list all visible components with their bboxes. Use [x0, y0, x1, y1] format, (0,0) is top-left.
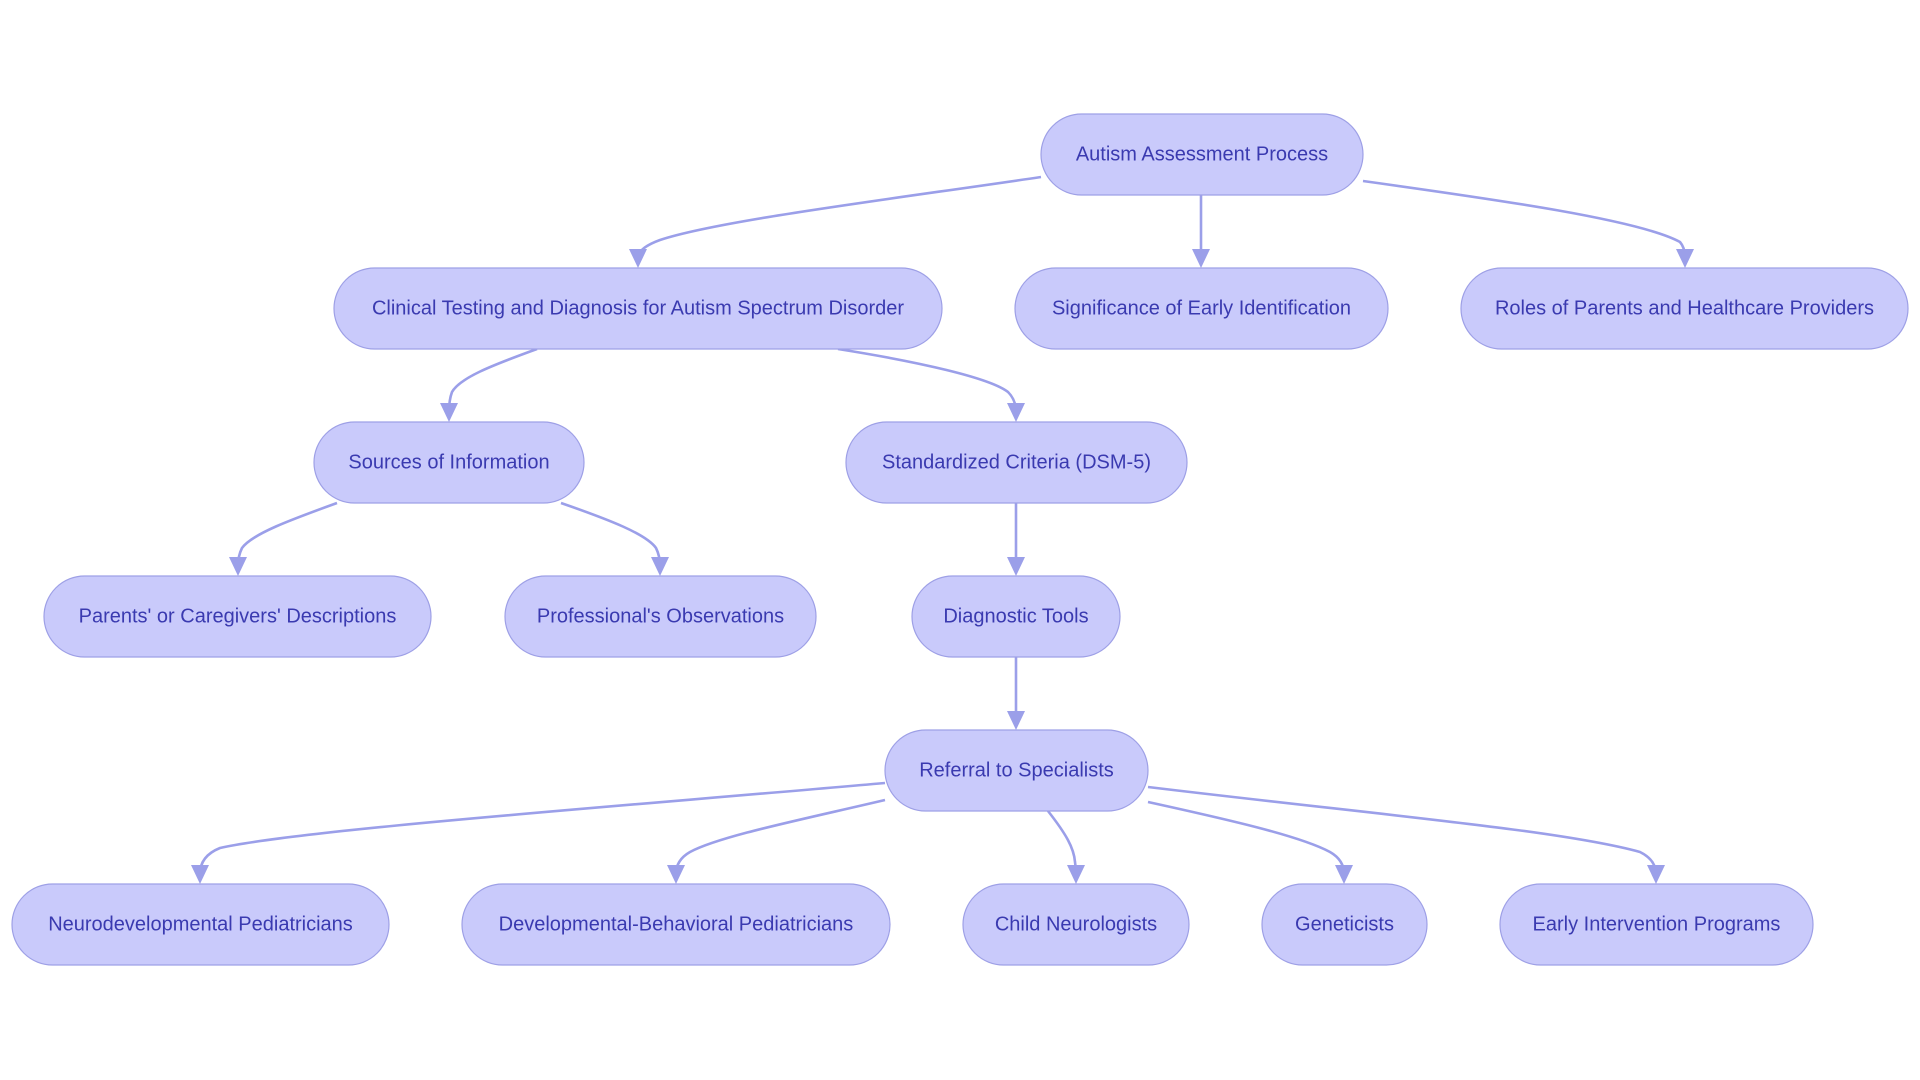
node-early-int[interactable]: Early Intervention Programs — [1499, 883, 1814, 966]
node-label: Diagnostic Tools — [943, 606, 1088, 628]
arrowhead-icon — [229, 557, 247, 576]
node-label: Referral to Specialists — [919, 760, 1114, 782]
edge-line — [198, 781, 886, 875]
edge-referral-to-neuro_ped — [191, 781, 886, 884]
arrowhead-icon — [651, 557, 669, 576]
edge-sources-to-professional — [560, 501, 669, 576]
arrowhead-icon — [667, 865, 685, 884]
edge-tools-to-referral — [1007, 657, 1025, 730]
node-label: Early Intervention Programs — [1533, 914, 1781, 936]
arrowhead-icon — [1647, 865, 1665, 884]
edge-line — [1147, 800, 1346, 875]
edge-line — [837, 347, 1018, 413]
edge-sources-to-parents — [229, 501, 338, 576]
node-clinical[interactable]: Clinical Testing and Diagnosis for Autis… — [333, 267, 943, 350]
arrowhead-icon — [191, 865, 209, 884]
edge-line — [236, 501, 338, 567]
node-label: Roles of Parents and Healthcare Provider… — [1495, 298, 1874, 320]
arrowhead-icon — [440, 403, 458, 422]
node-tools[interactable]: Diagnostic Tools — [911, 575, 1121, 658]
node-label: Neurodevelopmental Pediatricians — [48, 914, 353, 936]
edge-referral-to-geneticists — [1147, 800, 1353, 884]
edge-referral-to-devbeh_ped — [667, 798, 886, 884]
node-label: Autism Assessment Process — [1076, 144, 1328, 166]
edge-line — [1046, 810, 1078, 875]
flowchart-diagram: Autism Assessment Process Clinical Testin… — [11, 113, 1909, 966]
edge-line — [674, 798, 886, 875]
arrowhead-icon — [1335, 865, 1353, 884]
node-professional[interactable]: Professional's Observations — [504, 575, 817, 658]
node-label: Sources of Information — [348, 452, 549, 474]
node-child-neuro[interactable]: Child Neurologists — [962, 883, 1190, 966]
edge-referral-to-child_neuro — [1046, 810, 1085, 884]
node-sources[interactable]: Sources of Information — [313, 421, 585, 504]
node-label: Child Neurologists — [995, 914, 1157, 936]
edge-root-to-roles — [1362, 179, 1694, 268]
node-referral[interactable]: Referral to Specialists — [884, 729, 1149, 812]
edge-line — [560, 501, 662, 567]
edge-line — [1362, 179, 1687, 259]
node-label: Significance of Early Identification — [1052, 298, 1351, 320]
edge-referral-to-early_int — [1147, 785, 1665, 884]
arrowhead-icon — [1007, 711, 1025, 730]
arrowhead-icon — [1007, 403, 1025, 422]
edge-root-to-significance — [1192, 195, 1210, 268]
edge-clinical-to-sources — [440, 347, 538, 422]
node-roles[interactable]: Roles of Parents and Healthcare Provider… — [1460, 267, 1909, 350]
arrowhead-icon — [1192, 249, 1210, 268]
arrowhead-icon — [629, 249, 647, 268]
node-criteria[interactable]: Standardized Criteria (DSM-5) — [845, 421, 1188, 504]
edge-line — [636, 175, 1042, 259]
edge-line — [1147, 785, 1658, 875]
node-parents[interactable]: Parents' or Caregivers' Descriptions — [43, 575, 432, 658]
node-label: Clinical Testing and Diagnosis for Autis… — [372, 298, 904, 320]
edge-criteria-to-tools — [1007, 503, 1025, 576]
node-devbeh-ped[interactable]: Developmental-Behavioral Pediatricians — [461, 883, 891, 966]
node-label: Parents' or Caregivers' Descriptions — [79, 606, 397, 628]
arrowhead-icon — [1067, 865, 1085, 884]
edge-root-to-clinical — [629, 175, 1042, 268]
edge-line — [447, 347, 538, 413]
arrowhead-icon — [1007, 557, 1025, 576]
node-geneticists[interactable]: Geneticists — [1261, 883, 1428, 966]
node-root[interactable]: Autism Assessment Process — [1040, 113, 1364, 196]
node-label: Standardized Criteria (DSM-5) — [882, 452, 1151, 474]
node-label: Professional's Observations — [537, 606, 784, 628]
edge-clinical-to-criteria — [837, 347, 1025, 422]
node-neuro-ped[interactable]: Neurodevelopmental Pediatricians — [11, 883, 390, 966]
arrowhead-icon — [1676, 249, 1694, 268]
node-significance[interactable]: Significance of Early Identification — [1014, 267, 1389, 350]
node-label: Geneticists — [1295, 914, 1394, 936]
node-label: Developmental-Behavioral Pediatricians — [499, 914, 854, 936]
